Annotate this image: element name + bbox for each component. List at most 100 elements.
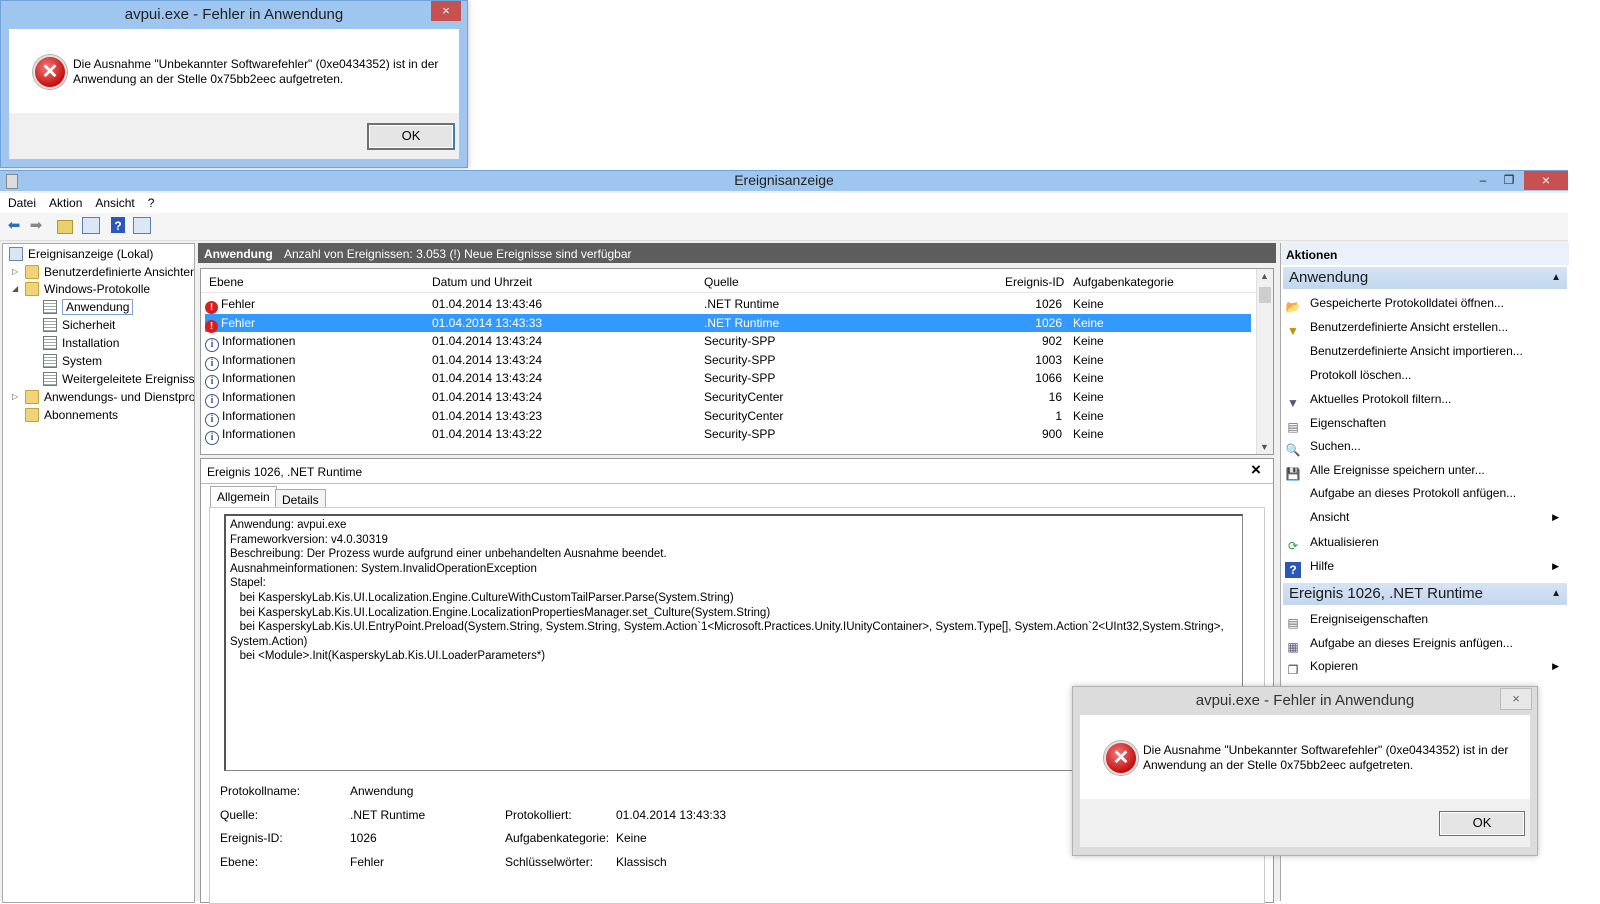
actions-section-anwendung[interactable]: Anwendung ▲: [1283, 267, 1567, 289]
cell-task-text: Keine: [1073, 334, 1104, 348]
properties-icon: ▤: [1287, 420, 1299, 434]
column-header-source[interactable]: Quelle: [704, 275, 739, 289]
action-item[interactable]: ▼ Benutzerdefinierte Ansicht erstellen...: [1285, 317, 1565, 338]
action-item[interactable]: 🔍 Suchen...: [1285, 436, 1565, 457]
help-icon[interactable]: ?: [111, 217, 125, 233]
cell-source-text: SecurityCenter: [704, 409, 784, 423]
cell-task-text: Keine: [1073, 409, 1104, 423]
tree-log-anwendung[interactable]: Anwendung: [43, 298, 134, 316]
table-row[interactable]: i Informationen 01.04.2014 13:43:22 Securit…: [205, 425, 1251, 445]
cell-source: Security-SPP: [704, 332, 775, 350]
scroll-up-icon[interactable]: ▲: [1260, 271, 1269, 281]
table-row[interactable]: ! Fehler 01.04.2014 13:43:46 .NET Runtime 10…: [205, 295, 1251, 314]
ok-button[interactable]: OK: [367, 123, 455, 150]
window-close-button[interactable]: ×: [1524, 171, 1568, 190]
cell-task-text: Keine: [1073, 316, 1104, 330]
actions-section-event[interactable]: Ereignis 1026, .NET Runtime ▲: [1283, 583, 1567, 605]
label-task: Aufgabenkategorie:: [505, 831, 610, 845]
cell-level: i Informationen: [205, 332, 295, 352]
tree-custom-views[interactable]: Benutzerdefinierte Ansichten: [25, 263, 194, 281]
vertical-scrollbar[interactable]: ▲ ▼: [1256, 269, 1273, 454]
restore-button[interactable]: ❐: [1496, 171, 1522, 190]
table-row[interactable]: i Informationen 01.04.2014 13:43:24 Securit…: [205, 369, 1251, 389]
help-icon: ?: [1285, 562, 1301, 578]
cell-task: Keine: [1073, 332, 1104, 350]
tree-log-installation[interactable]: Installation: [43, 334, 119, 352]
forward-icon[interactable]: ➡: [27, 217, 45, 235]
open-folder-icon[interactable]: [57, 220, 73, 234]
collapse-section-icon[interactable]: ▲: [1551, 267, 1561, 289]
expand-arrow-icon[interactable]: ▷: [12, 388, 20, 406]
tab-allgemein[interactable]: Allgemein: [210, 486, 277, 509]
table-row[interactable]: i Informationen 01.04.2014 13:43:23 Securit…: [205, 407, 1251, 427]
table-row[interactable]: i Informationen 01.04.2014 13:43:24 Securit…: [205, 332, 1251, 352]
collapse-section-icon[interactable]: ▲: [1551, 583, 1561, 605]
cell-date-text: 01.04.2014 13:43:24: [432, 371, 543, 385]
tree-app-service-logs[interactable]: Anwendungs- und Dienstprotokolle: [25, 388, 194, 406]
action-item[interactable]: Aufgabe an dieses Protokoll anfügen...: [1285, 483, 1565, 503]
cell-date-text: 01.04.2014 13:43:23: [432, 409, 543, 423]
column-header-level[interactable]: Ebene: [209, 275, 244, 289]
tree-windows-logs[interactable]: Windows-Protokolle: [25, 280, 150, 298]
action-item[interactable]: Protokoll löschen...: [1285, 365, 1565, 385]
cell-source: Security-SPP: [704, 351, 775, 369]
column-header-date[interactable]: Datum und Uhrzeit: [432, 275, 532, 289]
action-label: Protokoll löschen...: [1310, 368, 1412, 382]
cell-event-id: 900: [965, 425, 1062, 443]
expand-arrow-icon[interactable]: ▷: [12, 263, 20, 281]
cell-event-id-text: 1026: [1035, 297, 1062, 311]
menu-ansicht[interactable]: Ansicht: [87, 193, 139, 210]
action-item[interactable]: Benutzerdefinierte Ansicht importieren..…: [1285, 341, 1565, 361]
action-item[interactable]: ⟳ Aktualisieren: [1285, 532, 1565, 553]
cell-event-id: 902: [965, 332, 1062, 350]
action-item[interactable]: ▦ Aufgabe an dieses Ereignis anfügen...: [1285, 633, 1565, 654]
show-hide-tree-icon[interactable]: [82, 217, 100, 234]
table-row[interactable]: ! Fehler 01.04.2014 13:43:33 .NET Runtime 10…: [205, 314, 1251, 333]
action-item[interactable]: Ansicht ▶: [1285, 507, 1565, 527]
tree-subscriptions[interactable]: Abonnements: [25, 406, 118, 424]
column-header-event-id[interactable]: Ereignis-ID: [1005, 275, 1064, 289]
tree-root[interactable]: Ereignisanzeige (Lokal): [9, 245, 153, 263]
action-item[interactable]: ? Hilfe ▶: [1285, 556, 1565, 578]
minimize-button[interactable]: –: [1470, 171, 1496, 190]
action-item[interactable]: 💾 Alle Ereignisse speichern unter...: [1285, 460, 1565, 481]
scroll-down-icon[interactable]: ▼: [1260, 442, 1269, 452]
menu-help[interactable]: ?: [140, 193, 160, 210]
menu-datei[interactable]: Datei: [0, 193, 41, 210]
cell-level-text: Fehler: [221, 316, 256, 330]
detail-title: Ereignis 1026, .NET Runtime: [207, 465, 363, 479]
table-row[interactable]: i Informationen 01.04.2014 13:43:24 Securit…: [205, 388, 1251, 408]
event-list: Ebene Datum und Uhrzeit Quelle Ereignis-…: [200, 268, 1274, 455]
collapse-arrow-icon[interactable]: ◢: [12, 280, 20, 298]
action-item[interactable]: ▤ Ereigniseigenschaften: [1285, 609, 1565, 630]
action-item[interactable]: 📂 Gespeicherte Protokolldatei öffnen...: [1285, 293, 1565, 314]
cell-date: 01.04.2014 13:43:24: [432, 332, 542, 350]
cell-task: Keine: [1073, 407, 1104, 425]
cell-event-id: 1026: [965, 295, 1062, 313]
dialog-message: Die Ausnahme "Unbekannter Softwarefehler…: [73, 57, 439, 86]
dialog-close-button[interactable]: ×: [431, 1, 461, 21]
action-item[interactable]: ❐ Kopieren ▶: [1285, 656, 1565, 677]
action-item[interactable]: ▼ Aktuelles Protokoll filtern...: [1285, 389, 1565, 410]
cell-source-text: Security-SPP: [704, 427, 776, 441]
ok-button[interactable]: OK: [1439, 811, 1525, 836]
column-header-task[interactable]: Aufgabenkategorie: [1073, 275, 1174, 289]
label-logged: Protokolliert:: [505, 808, 572, 822]
tree-log-sicherheit[interactable]: Sicherheit: [43, 316, 115, 334]
scroll-thumb[interactable]: [1259, 287, 1271, 303]
detail-close-button[interactable]: ×: [1251, 460, 1261, 480]
value-keywords: Klassisch: [616, 855, 667, 869]
tree-log-system[interactable]: System: [43, 352, 102, 370]
menu-aktion[interactable]: Aktion: [41, 193, 87, 210]
tree-log-forwarded[interactable]: Weitergeleitete Ereignisse: [43, 370, 194, 388]
cell-level-text: Informationen: [222, 409, 296, 423]
cell-source-text: .NET Runtime: [704, 297, 780, 311]
cell-date-text: 01.04.2014 13:43:24: [432, 390, 543, 404]
dialog-close-button[interactable]: ×: [1500, 688, 1532, 710]
action-item[interactable]: ▤ Eigenschaften: [1285, 413, 1565, 434]
cell-level-text: Informationen: [222, 353, 296, 367]
table-row[interactable]: i Informationen 01.04.2014 13:43:24 Securit…: [205, 351, 1251, 371]
back-icon[interactable]: ⬅: [5, 217, 23, 235]
show-hide-actions-icon[interactable]: [133, 217, 151, 234]
cell-task-text: Keine: [1073, 297, 1104, 311]
